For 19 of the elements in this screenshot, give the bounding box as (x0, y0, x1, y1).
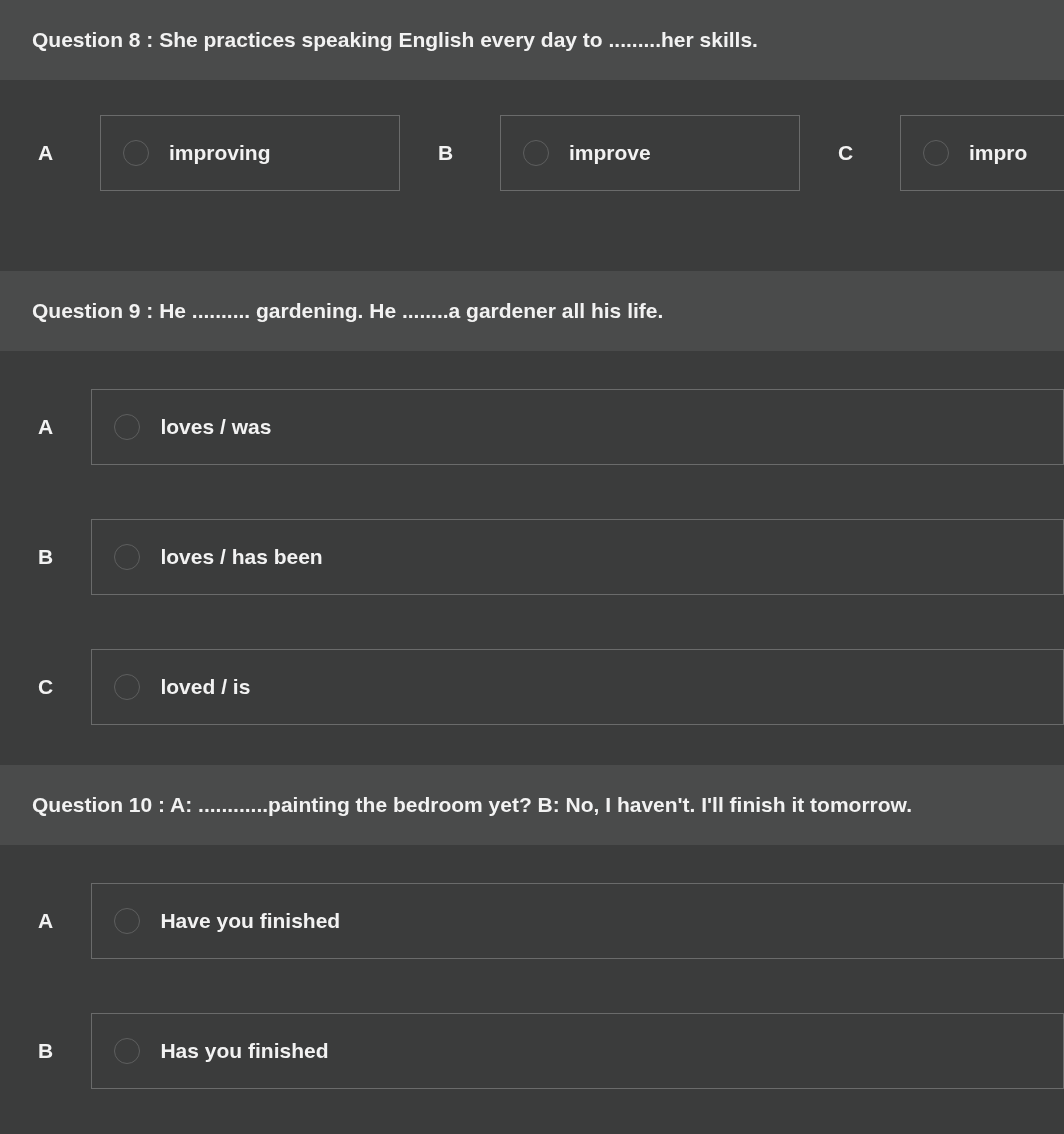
option-letter: C (837, 141, 855, 165)
answer-option[interactable]: loves / has been (91, 519, 1064, 595)
answer-option[interactable]: improving (100, 115, 400, 191)
answer-option[interactable]: Have you finished (91, 883, 1064, 959)
option-letter: B (37, 545, 55, 569)
question-text: Question 8 : She practices speaking English every day to .........her skills. (32, 28, 758, 52)
answer-option[interactable]: loves / was (91, 389, 1064, 465)
option-letter: A (37, 141, 55, 165)
answer-option[interactable]: Has you finished (91, 1013, 1064, 1089)
question-text: Question 9 : He .......... gardening. He ........a gardener all his life. (32, 299, 664, 323)
option-letter: B (37, 1039, 55, 1063)
option-letter: B (437, 141, 455, 165)
option-letter: A (37, 415, 55, 439)
answer-option[interactable]: impro (900, 115, 1064, 191)
option-letter: A (37, 909, 55, 933)
option-letter: C (37, 675, 55, 699)
answer-option[interactable]: improve (500, 115, 800, 191)
answer-option[interactable]: loved / is (91, 649, 1064, 725)
question-text: Question 10 : A: ............painting the bedroom yet? B: No, I haven't. I'll finish it tomorrow. (32, 793, 912, 817)
